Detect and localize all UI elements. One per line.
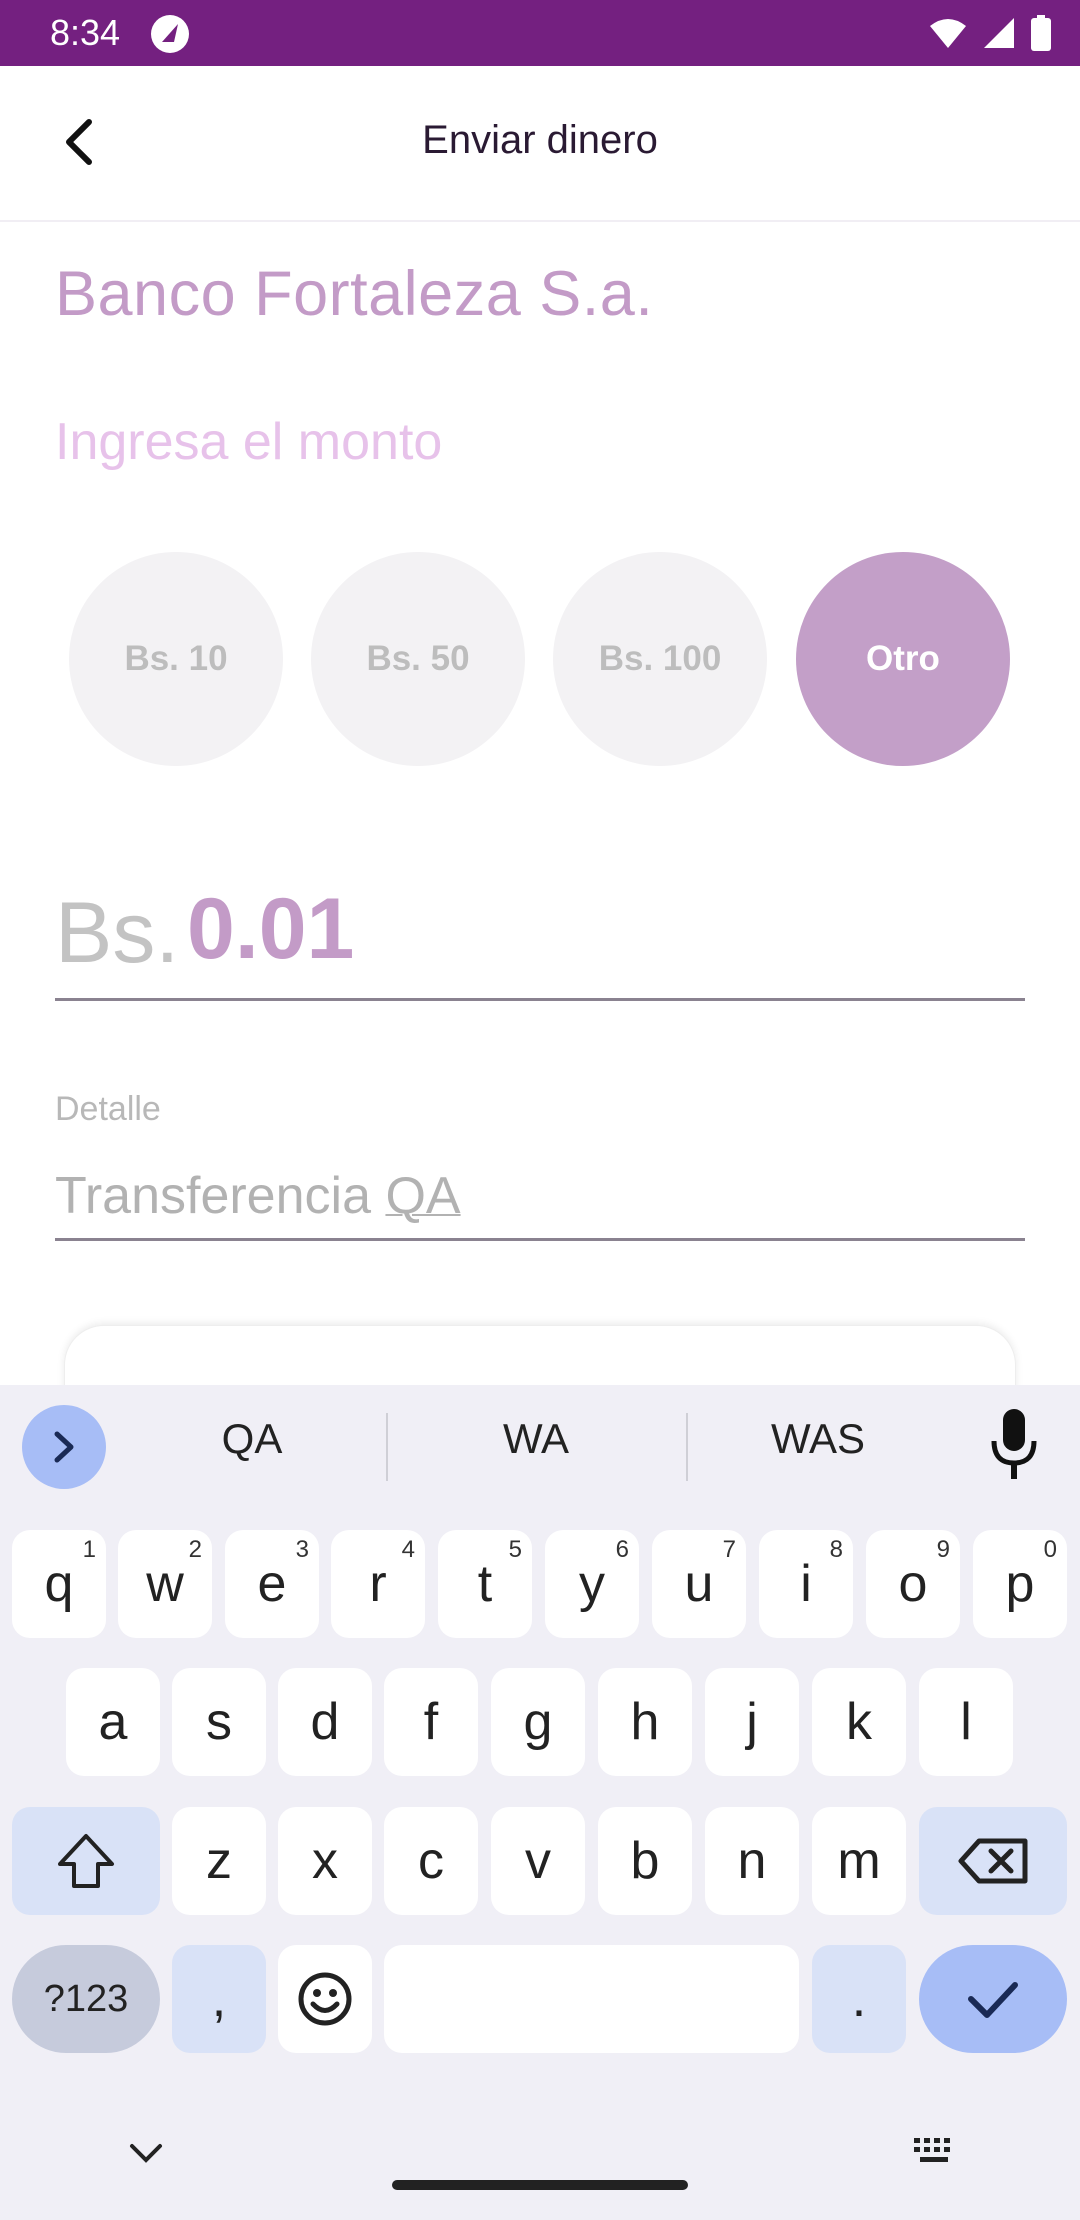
key-label: o xyxy=(898,1555,928,1613)
microphone-icon[interactable] xyxy=(990,1407,1038,1483)
key-label: w xyxy=(146,1555,184,1613)
soft-keyboard: QA WA WAS q1 w2 e3 r4 t5 y6 u7 i8 o9 p0 … xyxy=(0,1385,1080,2220)
key-label: y xyxy=(579,1555,605,1613)
chevron-down-icon[interactable] xyxy=(126,2138,166,2168)
key-e[interactable]: e3 xyxy=(225,1530,319,1638)
key-c[interactable]: c xyxy=(384,1807,478,1915)
emoji-icon xyxy=(298,1972,352,2026)
detail-value: Transferencia QA xyxy=(55,1166,461,1226)
key-m[interactable]: m xyxy=(812,1807,906,1915)
key-p[interactable]: p0 xyxy=(973,1530,1067,1638)
keyboard-switch-icon[interactable] xyxy=(912,2136,958,2166)
period-key[interactable]: . xyxy=(812,1945,906,2053)
key-label: t xyxy=(477,1555,493,1613)
key-u[interactable]: u7 xyxy=(652,1530,746,1638)
detail-value-composing: QA xyxy=(385,1167,461,1225)
currency-label: Bs. xyxy=(55,885,180,981)
key-z[interactable]: z xyxy=(172,1807,266,1915)
signal-icon xyxy=(984,18,1014,48)
key-hint: 0 xyxy=(1043,1536,1057,1563)
key-label: r xyxy=(369,1555,387,1613)
system-icons xyxy=(928,14,1052,52)
app-notification-icon xyxy=(151,15,189,53)
amount-chip-100[interactable]: Bs. 100 xyxy=(553,552,767,766)
detail-value-text: Transferencia xyxy=(55,1167,386,1225)
suggestion-2[interactable]: WA xyxy=(436,1415,636,1463)
key-hint: 5 xyxy=(508,1536,522,1563)
amount-chip-50[interactable]: Bs. 50 xyxy=(311,552,525,766)
key-j[interactable]: j xyxy=(705,1668,799,1776)
key-f[interactable]: f xyxy=(384,1668,478,1776)
key-w[interactable]: w2 xyxy=(118,1530,212,1638)
key-label: q xyxy=(44,1555,74,1613)
key-hint: 6 xyxy=(615,1536,629,1563)
key-i[interactable]: i8 xyxy=(759,1530,853,1638)
checkmark-icon xyxy=(968,1982,1018,2018)
backspace-icon xyxy=(958,1838,1028,1884)
suggestion-1[interactable]: QA xyxy=(152,1415,352,1463)
key-q[interactable]: q1 xyxy=(12,1530,106,1638)
wifi-icon xyxy=(930,19,966,48)
amount-chip-other[interactable]: Otro xyxy=(796,552,1010,766)
key-hint: 4 xyxy=(401,1536,415,1563)
shift-key[interactable] xyxy=(12,1807,160,1915)
app-bar: Enviar dinero xyxy=(0,66,1080,222)
key-t[interactable]: t5 xyxy=(438,1530,532,1638)
key-a[interactable]: a xyxy=(66,1668,160,1776)
enter-key[interactable] xyxy=(919,1945,1067,2053)
shift-icon xyxy=(58,1834,114,1888)
key-hint: 8 xyxy=(829,1536,843,1563)
space-key[interactable] xyxy=(384,1945,799,2053)
key-k[interactable]: k xyxy=(812,1668,906,1776)
key-label: p xyxy=(1005,1555,1035,1613)
suggestion-bar: QA WA WAS xyxy=(0,1385,1080,1507)
key-hint: 9 xyxy=(936,1536,950,1563)
key-hint: 2 xyxy=(188,1536,202,1563)
suggestion-3[interactable]: WAS xyxy=(718,1415,918,1463)
amount-input[interactable]: Bs. 0.01 xyxy=(55,880,1025,1001)
bank-name: Banco Fortaleza S.a. xyxy=(55,259,654,329)
amount-chip-10[interactable]: Bs. 10 xyxy=(69,552,283,766)
emoji-key[interactable] xyxy=(278,1945,372,2053)
key-n[interactable]: n xyxy=(705,1807,799,1915)
key-h[interactable]: h xyxy=(598,1668,692,1776)
key-s[interactable]: s xyxy=(172,1668,266,1776)
key-v[interactable]: v xyxy=(491,1807,585,1915)
key-l[interactable]: l xyxy=(919,1668,1013,1776)
battery-icon xyxy=(1031,15,1051,51)
chevron-right-icon xyxy=(54,1431,74,1463)
key-d[interactable]: d xyxy=(278,1668,372,1776)
detail-label: Detalle xyxy=(55,1090,161,1128)
comma-key[interactable]: , xyxy=(172,1945,266,2053)
key-r[interactable]: r4 xyxy=(331,1530,425,1638)
key-b[interactable]: b xyxy=(598,1807,692,1915)
key-x[interactable]: x xyxy=(278,1807,372,1915)
gesture-nav-handle[interactable] xyxy=(392,2180,688,2190)
key-hint: 7 xyxy=(722,1536,736,1563)
amount-prompt: Ingresa el monto xyxy=(55,413,443,471)
page-title: Enviar dinero xyxy=(422,118,658,162)
suggestions-expand-button[interactable] xyxy=(22,1405,106,1489)
detail-input[interactable]: Transferencia QA xyxy=(55,1160,1025,1241)
suggestion-divider xyxy=(686,1413,688,1481)
key-hint: 1 xyxy=(82,1536,96,1563)
key-y[interactable]: y6 xyxy=(545,1530,639,1638)
amount-value: 0.01 xyxy=(187,881,355,977)
key-label: e xyxy=(257,1555,287,1613)
key-o[interactable]: o9 xyxy=(866,1530,960,1638)
symbols-key[interactable]: ?123 xyxy=(12,1945,160,2053)
status-time: 8:34 xyxy=(50,12,121,53)
status-bar: 8:34 xyxy=(0,0,1080,66)
backspace-key[interactable] xyxy=(919,1807,1067,1915)
key-label: i xyxy=(800,1555,812,1613)
key-hint: 3 xyxy=(295,1536,309,1563)
suggestion-divider xyxy=(386,1413,388,1481)
key-g[interactable]: g xyxy=(491,1668,585,1776)
key-label: u xyxy=(684,1555,714,1613)
